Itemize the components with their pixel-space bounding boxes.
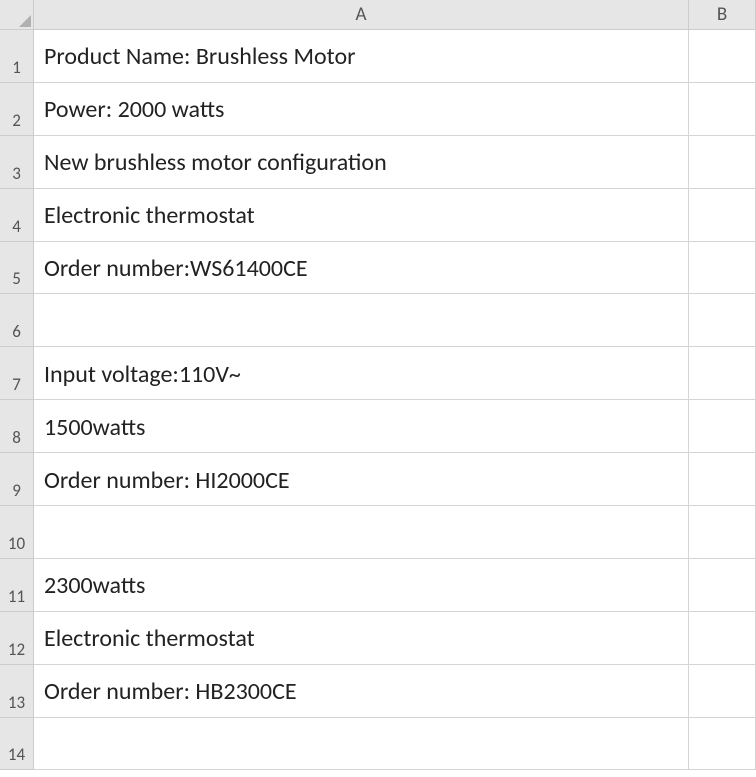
row: 8 1500watts bbox=[0, 400, 756, 453]
cell-a5[interactable]: Order number:WS61400CE bbox=[34, 242, 689, 295]
column-headers: A B bbox=[34, 0, 756, 30]
select-all-triangle-icon bbox=[19, 15, 31, 27]
row: 4 Electronic thermostat bbox=[0, 189, 756, 242]
row: 7 Input voltage:110V~ bbox=[0, 347, 756, 400]
column-header-b[interactable]: B bbox=[689, 0, 756, 30]
cell-a13[interactable]: Order number: HB2300CE bbox=[34, 665, 689, 718]
cell-a9[interactable]: Order number: HI2000CE bbox=[34, 453, 689, 506]
row: 1 Product Name: Brushless Motor bbox=[0, 30, 756, 83]
row-header[interactable]: 9 bbox=[0, 453, 34, 506]
cell-b9[interactable] bbox=[689, 453, 756, 506]
row-header[interactable]: 14 bbox=[0, 718, 34, 771]
column-header-a[interactable]: A bbox=[34, 0, 689, 30]
cell-a14[interactable] bbox=[34, 718, 689, 771]
cell-b1[interactable] bbox=[689, 30, 756, 83]
cell-b4[interactable] bbox=[689, 189, 756, 242]
cell-b2[interactable] bbox=[689, 83, 756, 136]
row: 3 New brushless motor configuration bbox=[0, 136, 756, 189]
row-header[interactable]: 5 bbox=[0, 242, 34, 295]
row: 9 Order number: HI2000CE bbox=[0, 453, 756, 506]
cell-a2[interactable]: Power: 2000 watts bbox=[34, 83, 689, 136]
row-header[interactable]: 10 bbox=[0, 506, 34, 559]
cell-b14[interactable] bbox=[689, 718, 756, 771]
cell-a10[interactable] bbox=[34, 506, 689, 559]
row-header[interactable]: 2 bbox=[0, 83, 34, 136]
row-header[interactable]: 13 bbox=[0, 665, 34, 718]
row-header[interactable]: 4 bbox=[0, 189, 34, 242]
row: 2 Power: 2000 watts bbox=[0, 83, 756, 136]
cell-b10[interactable] bbox=[689, 506, 756, 559]
cell-b5[interactable] bbox=[689, 242, 756, 295]
grid-body: 1 Product Name: Brushless Motor 2 Power:… bbox=[0, 30, 756, 777]
cell-b11[interactable] bbox=[689, 559, 756, 612]
row: 11 2300watts bbox=[0, 559, 756, 612]
row: 13 Order number: HB2300CE bbox=[0, 665, 756, 718]
row-header[interactable]: 7 bbox=[0, 347, 34, 400]
cell-a6[interactable] bbox=[34, 294, 689, 347]
cell-a11[interactable]: 2300watts bbox=[34, 559, 689, 612]
row-header[interactable]: 6 bbox=[0, 294, 34, 347]
cell-b6[interactable] bbox=[689, 294, 756, 347]
row-header[interactable]: 8 bbox=[0, 400, 34, 453]
row-header[interactable]: 12 bbox=[0, 612, 34, 665]
cell-a8[interactable]: 1500watts bbox=[34, 400, 689, 453]
cell-b8[interactable] bbox=[689, 400, 756, 453]
row: 10 bbox=[0, 506, 756, 559]
row: 12 Electronic thermostat bbox=[0, 612, 756, 665]
cell-b12[interactable] bbox=[689, 612, 756, 665]
row-header[interactable]: 11 bbox=[0, 559, 34, 612]
cell-b7[interactable] bbox=[689, 347, 756, 400]
select-all-corner[interactable] bbox=[0, 0, 34, 30]
cell-a4[interactable]: Electronic thermostat bbox=[34, 189, 689, 242]
cell-b13[interactable] bbox=[689, 665, 756, 718]
spreadsheet: A B 1 Product Name: Brushless Motor 2 Po… bbox=[0, 0, 756, 777]
row-header[interactable]: 3 bbox=[0, 136, 34, 189]
cell-a7[interactable]: Input voltage:110V~ bbox=[34, 347, 689, 400]
cell-a12[interactable]: Electronic thermostat bbox=[34, 612, 689, 665]
cell-a1[interactable]: Product Name: Brushless Motor bbox=[34, 30, 689, 83]
cell-a3[interactable]: New brushless motor configuration bbox=[34, 136, 689, 189]
row: 5 Order number:WS61400CE bbox=[0, 242, 756, 295]
row-header[interactable]: 1 bbox=[0, 30, 34, 83]
row: 14 bbox=[0, 718, 756, 771]
cell-b3[interactable] bbox=[689, 136, 756, 189]
row: 6 bbox=[0, 294, 756, 347]
